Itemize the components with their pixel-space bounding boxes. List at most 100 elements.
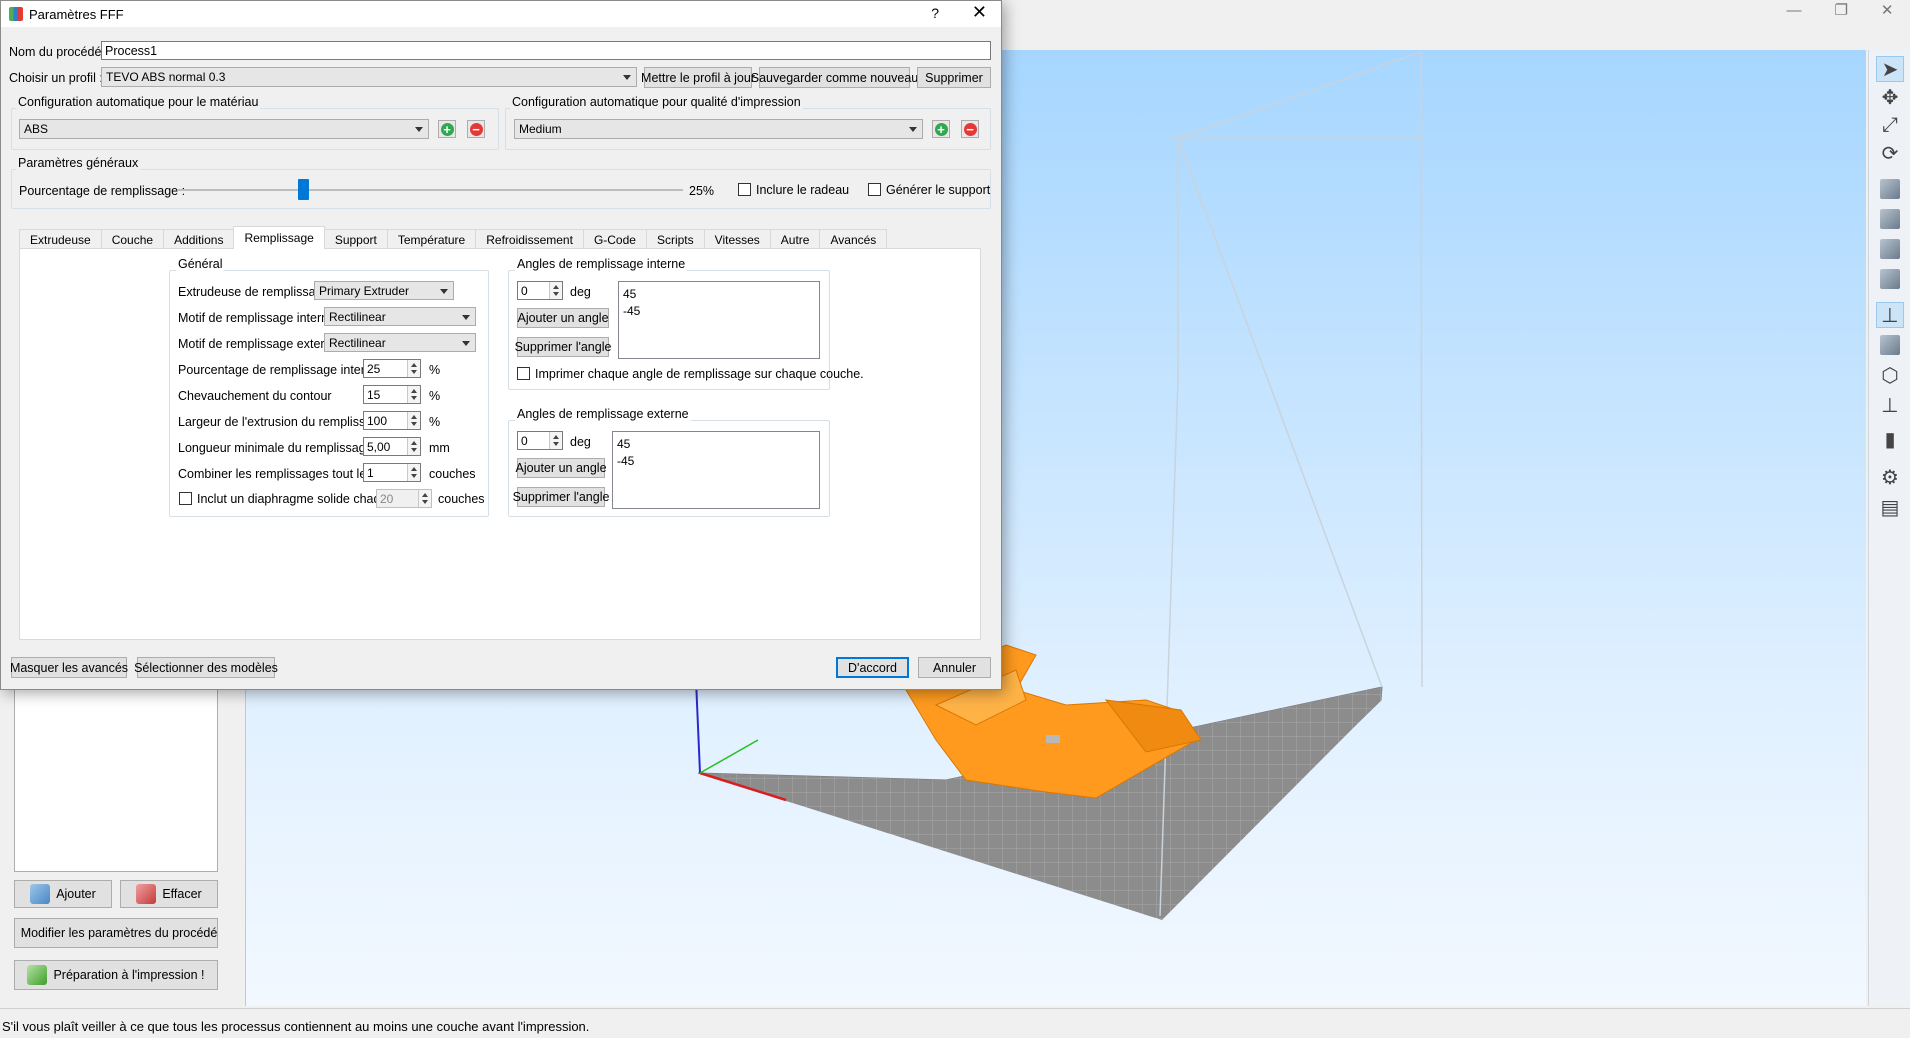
min-length-value: 5,00 <box>367 440 391 454</box>
tab-vitesses[interactable]: Vitesses <box>703 229 771 249</box>
combine-infill-label: Combiner les remplissages tout les <box>178 467 373 481</box>
spin-arrows-icon[interactable] <box>407 464 420 481</box>
close-icon[interactable]: ✕ <box>972 2 987 23</box>
include-raft-checkbox[interactable] <box>738 183 751 196</box>
tab-scripts[interactable]: Scripts <box>645 229 705 249</box>
remove-material-button[interactable]: − <box>467 120 485 138</box>
solid-diaphragm-checkbox[interactable] <box>179 492 192 505</box>
inner-add-angle-button[interactable]: Ajouter un angle <box>517 308 609 328</box>
min-length-spinbox[interactable]: 5,00 <box>363 437 421 456</box>
tab-support[interactable]: Support <box>323 229 388 249</box>
model-list[interactable] <box>14 680 218 872</box>
outer-pattern-select[interactable]: Rectilinear <box>324 333 476 352</box>
generate-support-checkbox[interactable] <box>868 183 881 196</box>
select-models-button[interactable]: Sélectionner des modèles <box>134 657 278 678</box>
restore-icon[interactable]: ❐ <box>1834 1 1847 19</box>
settings-tabs: Extrudeuse Couche Additions Remplissage … <box>19 226 888 249</box>
layers-icon[interactable]: ▤ <box>1876 494 1904 520</box>
spin-arrows-icon[interactable] <box>407 412 420 429</box>
edit-process-button[interactable]: Modifier les paramètres du procédé <box>14 918 218 948</box>
wireframe-view-icon[interactable]: ⬡ <box>1876 362 1904 388</box>
quality-select-value: Medium <box>519 122 562 136</box>
add-material-button[interactable]: + <box>438 120 456 138</box>
list-item[interactable]: -45 <box>617 453 815 470</box>
prepare-print-button[interactable]: Préparation à l'impression ! <box>14 960 218 990</box>
outer-add-angle-button[interactable]: Ajouter un angle <box>515 458 607 478</box>
combine-infill-spinbox[interactable]: 1 <box>363 463 421 482</box>
profile-select[interactable]: TEVO ABS normal 0.3 <box>101 67 637 87</box>
print-each-angle-checkbox[interactable] <box>517 367 530 380</box>
select-tool-icon[interactable]: ➤ <box>1876 56 1904 82</box>
bed-view-icon[interactable]: ⊥ <box>1876 392 1904 418</box>
inner-angle-spinbox[interactable]: 0 <box>517 281 563 300</box>
axes-toggle-icon[interactable]: ⊥ <box>1876 302 1904 328</box>
list-item[interactable]: -45 <box>623 303 815 320</box>
scale-tool-icon[interactable]: ⤢ <box>1876 112 1904 138</box>
view-top-icon[interactable] <box>1876 176 1904 202</box>
process-name-input[interactable]: Process1 <box>101 41 991 60</box>
minus-icon: − <box>469 122 483 136</box>
update-profile-button[interactable]: Mettre le profil à jour <box>641 67 755 88</box>
outer-angles-list[interactable]: 45 -45 <box>612 431 820 509</box>
spin-arrows-icon[interactable] <box>407 438 420 455</box>
dialog-title: Paramètres FFF <box>29 6 124 22</box>
combine-infill-value: 1 <box>367 466 374 480</box>
save-as-new-button[interactable]: Sauvegarder comme nouveau <box>751 67 918 88</box>
plus-icon: + <box>934 122 948 136</box>
general-settings-title: Paramètres généraux <box>16 156 141 170</box>
chevron-down-icon <box>909 127 917 132</box>
move-tool-icon[interactable]: ✥ <box>1876 84 1904 110</box>
rotate-tool-icon[interactable]: ⟳ <box>1876 140 1904 166</box>
spin-arrows-icon[interactable] <box>407 386 420 403</box>
view-left-icon[interactable] <box>1876 236 1904 262</box>
tab-gcode[interactable]: G-Code <box>582 229 647 249</box>
infill-width-value: 100 <box>367 414 388 428</box>
infill-width-spinbox[interactable]: 100 <box>363 411 421 430</box>
minimize-icon[interactable]: — <box>1786 2 1801 19</box>
infill-extruder-select[interactable]: Primary Extruder <box>314 281 454 300</box>
view-front-icon[interactable] <box>1876 206 1904 232</box>
ok-button[interactable]: D'accord <box>836 657 909 678</box>
quality-select[interactable]: Medium <box>514 119 923 139</box>
settings-gear-icon[interactable]: ⚙ <box>1876 464 1904 490</box>
tab-additions[interactable]: Additions <box>163 229 235 249</box>
help-icon[interactable]: ? <box>931 5 939 21</box>
fill-slider-track[interactable] <box>177 189 683 191</box>
remove-quality-button[interactable]: − <box>961 120 979 138</box>
app-close-icon[interactable]: ✕ <box>1881 1 1894 19</box>
outer-remove-angle-button[interactable]: Supprimer l'angle <box>513 487 609 507</box>
inner-pattern-select[interactable]: Rectilinear <box>324 307 476 326</box>
section-view-icon[interactable]: ▮ <box>1876 426 1904 452</box>
cancel-button[interactable]: Annuler <box>918 657 991 678</box>
hide-advanced-button[interactable]: Masquer les avancés <box>10 657 128 678</box>
spin-arrows-icon[interactable] <box>549 432 562 449</box>
view-right-icon[interactable] <box>1876 266 1904 292</box>
inner-angles-list[interactable]: 45 -45 <box>618 281 820 359</box>
clear-models-button[interactable]: Effacer <box>120 880 218 908</box>
solid-diaphragm-value: 20 <box>380 492 394 506</box>
solid-view-icon[interactable] <box>1876 332 1904 358</box>
outer-angle-unit: deg <box>570 435 591 449</box>
inner-remove-angle-button[interactable]: Supprimer l'angle <box>515 337 611 357</box>
tab-remplissage[interactable]: Remplissage <box>233 226 325 249</box>
tab-refroidissement[interactable]: Refroidissement <box>475 229 584 249</box>
infill-general-title: Général <box>176 257 225 271</box>
spin-arrows-icon[interactable] <box>407 360 420 377</box>
overlap-spinbox[interactable]: 15 <box>363 385 421 404</box>
tab-couche[interactable]: Couche <box>100 229 165 249</box>
tab-temperature[interactable]: Température <box>386 229 477 249</box>
add-quality-button[interactable]: + <box>932 120 950 138</box>
tab-autre[interactable]: Autre <box>769 229 821 249</box>
material-select[interactable]: ABS <box>19 119 429 139</box>
add-model-button[interactable]: Ajouter <box>14 880 112 908</box>
fill-slider-handle[interactable] <box>298 179 309 200</box>
tab-extrudeuse[interactable]: Extrudeuse <box>19 229 102 249</box>
inner-percentage-spinbox[interactable]: 25 <box>363 359 421 378</box>
tab-avances[interactable]: Avancés <box>819 229 888 249</box>
outer-angle-spinbox[interactable]: 0 <box>517 431 563 450</box>
list-item[interactable]: 45 <box>623 286 815 303</box>
minus-icon: − <box>963 122 977 136</box>
list-item[interactable]: 45 <box>617 436 815 453</box>
spin-arrows-icon[interactable] <box>549 282 562 299</box>
delete-profile-button[interactable]: Supprimer <box>917 67 991 88</box>
